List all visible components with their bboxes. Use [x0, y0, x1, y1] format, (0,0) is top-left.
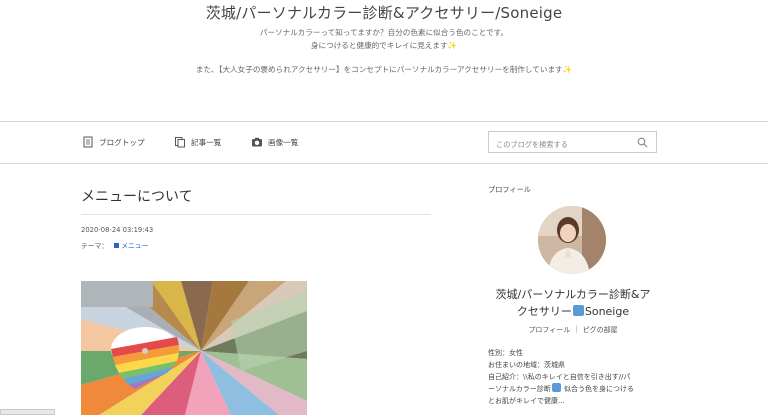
search-icon[interactable] [637, 137, 648, 148]
entry-date: 2020-08-24 03:19:43 [81, 226, 154, 234]
profile-name-line2-group: クセサリー Soneige [488, 303, 658, 320]
pigg-room-link[interactable]: ピグの部屋 [583, 325, 618, 335]
color-swatch-photo [81, 281, 307, 415]
nav-images[interactable]: 画像一覧 [251, 135, 298, 149]
profile-intro-line3: とお肌がキレイで健康... [488, 397, 565, 405]
site-description-line3: また、【大人女子の褒められアクセサリー】をコンセプトにパーソナルカラーアクセサリ… [195, 65, 573, 74]
profile-location: お住まいの地域：茨城県 [488, 361, 565, 369]
profile-intro-line2: ーソナルカラー診断 似合う色を身につける [488, 383, 658, 395]
nav-images-label: 画像一覧 [268, 137, 299, 147]
profile-link-separator: | [575, 325, 578, 333]
profile-section-label: プロフィール [488, 185, 531, 194]
nav-blog-top[interactable]: ブログトップ [82, 135, 145, 149]
profile-intro-line1: 自己紹介：\\私のキレイと自信を引き出す//パ [488, 373, 631, 381]
avatar-image [538, 206, 606, 274]
header-divider [0, 121, 768, 122]
nav-articles[interactable]: 記事一覧 [174, 135, 221, 149]
horizontal-scrollbar[interactable] [0, 409, 55, 415]
search-input[interactable] [489, 134, 629, 155]
entry-theme-label: テーマ： [81, 242, 109, 250]
profile-gender: 性別：女性 [488, 349, 523, 357]
document-icon [83, 136, 93, 148]
profile-intro-line2-pre: ーソナルカラー診断 [488, 385, 551, 393]
profile-name-line2-post: Soneige [584, 305, 630, 318]
site-description-line2: 身につけると健康的でキレイに見えます✨ [310, 41, 458, 50]
profile-info: 性別：女性 お住まいの地域：茨城県 自己紹介：\\私のキレイと自信を引き出す//… [488, 347, 658, 407]
entry-theme-link[interactable]: メニュー [121, 240, 148, 250]
nav-blog-top-label: ブログトップ [99, 137, 145, 147]
entry-photo-color-swatches[interactable] [81, 281, 307, 415]
profile-name-line2-pre: クセサリー [516, 305, 572, 318]
profile-intro-line2-post: 似合う色を身につける [564, 385, 635, 393]
profile-name-line1: 茨城/パーソナルカラー診断&ア [495, 288, 651, 301]
profile-links: プロフィール | ピグの部屋 [488, 325, 658, 335]
blog-header: 茨城/パーソナルカラー診断&アクセサリー/Soneige パーソナルカラーって知… [0, 0, 768, 120]
entry-title-underline [81, 214, 431, 215]
avatar[interactable] [538, 206, 606, 274]
nav-divider [0, 163, 768, 164]
profile-link[interactable]: プロフィール [528, 325, 570, 335]
paint-emoji-icon [551, 383, 561, 392]
entry-title[interactable]: メニューについて [81, 186, 193, 206]
paint-emoji-icon [572, 305, 584, 316]
profile-name[interactable]: 茨城/パーソナルカラー診断&ア クセサリー Soneige [488, 286, 658, 320]
camera-icon [252, 137, 262, 147]
site-title[interactable]: 茨城/パーソナルカラー診断&アクセサリー/Soneige [0, 2, 768, 23]
site-description-line1: パーソナルカラーって知ってますか？自分の色素に似合う色のことです。 [259, 28, 509, 37]
theme-square-icon [114, 242, 120, 248]
entry-theme: テーマ： メニュー [81, 240, 148, 250]
copy-icon [175, 137, 185, 148]
blog-search-box [488, 131, 657, 155]
nav-articles-label: 記事一覧 [191, 137, 222, 147]
